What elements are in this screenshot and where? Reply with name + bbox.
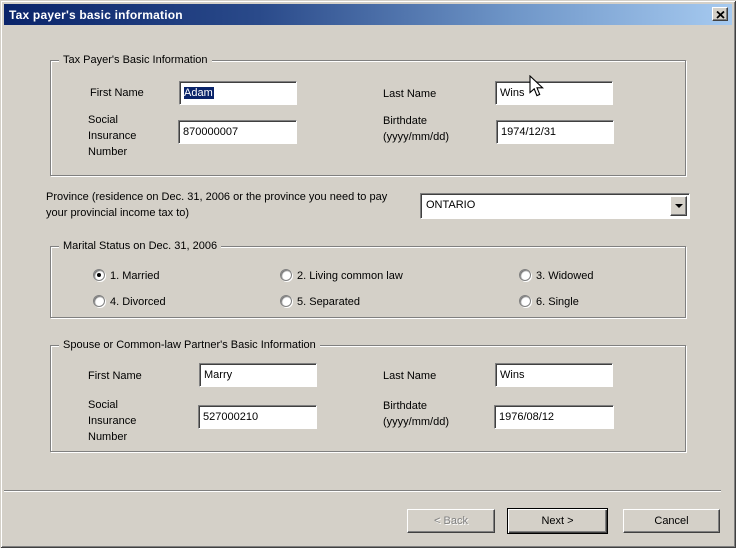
spouse-first-name-value: Marry xyxy=(204,369,232,381)
divider xyxy=(4,490,721,492)
province-dropdown-button[interactable] xyxy=(670,196,687,216)
taxpayer-group-legend: Tax Payer's Basic Information xyxy=(59,53,212,67)
marital-radio-3[interactable] xyxy=(519,269,531,281)
province-dropdown[interactable]: ONTARIO xyxy=(420,193,690,219)
last-name-label: Last Name xyxy=(383,86,436,102)
province-selected-value: ONTARIO xyxy=(426,199,475,211)
province-label: Province (residence on Dec. 31, 2006 or … xyxy=(46,189,398,221)
next-button[interactable]: Next > xyxy=(507,508,608,534)
birthdate-value: 1974/12/31 xyxy=(501,126,556,138)
spouse-last-name-field[interactable]: Wins xyxy=(495,363,613,387)
spouse-last-name-value: Wins xyxy=(500,369,524,381)
spouse-birthdate-field[interactable]: 1976/08/12 xyxy=(494,405,614,429)
close-icon xyxy=(716,7,725,22)
last-name-value: Wins xyxy=(500,87,524,99)
spouse-first-name-label: First Name xyxy=(88,368,142,384)
spouse-sin-field[interactable]: 527000210 xyxy=(198,405,317,429)
marital-option-1-label[interactable]: 1. Married xyxy=(110,268,160,284)
marital-radio-5[interactable] xyxy=(280,295,292,307)
marital-status-legend: Marital Status on Dec. 31, 2006 xyxy=(59,239,221,253)
tax-payer-dialog: Tax payer's basic information Tax Payer'… xyxy=(0,0,736,548)
window-title: Tax payer's basic information xyxy=(9,8,183,22)
spouse-first-name-field[interactable]: Marry xyxy=(199,363,317,387)
spouse-sin-value: 527000210 xyxy=(203,411,258,423)
last-name-field[interactable]: Wins xyxy=(495,81,613,105)
spouse-birthdate-value: 1976/08/12 xyxy=(499,411,554,423)
first-name-field[interactable]: Adam xyxy=(179,81,297,105)
spouse-group-legend: Spouse or Common-law Partner's Basic Inf… xyxy=(59,338,320,352)
birthdate-field[interactable]: 1974/12/31 xyxy=(496,120,614,144)
sin-value: 870000007 xyxy=(183,126,238,138)
marital-radio-1[interactable] xyxy=(93,269,105,281)
back-button: < Back xyxy=(407,509,495,533)
titlebar[interactable]: Tax payer's basic information xyxy=(4,4,732,25)
close-button[interactable] xyxy=(712,7,728,21)
marital-option-3-label[interactable]: 3. Widowed xyxy=(536,268,593,284)
cancel-button[interactable]: Cancel xyxy=(623,509,720,533)
marital-radio-2[interactable] xyxy=(280,269,292,281)
chevron-down-icon xyxy=(675,204,683,208)
marital-option-4-label[interactable]: 4. Divorced xyxy=(110,294,166,310)
marital-option-2-label[interactable]: 2. Living common law xyxy=(297,268,403,284)
marital-radio-6[interactable] xyxy=(519,295,531,307)
birthdate-label: Birthdate (yyyy/mm/dd) xyxy=(383,113,475,145)
sin-field[interactable]: 870000007 xyxy=(178,120,297,144)
first-name-value: Adam xyxy=(184,87,214,99)
spouse-birthdate-label: Birthdate (yyyy/mm/dd) xyxy=(383,398,475,430)
marital-option-6-label[interactable]: 6. Single xyxy=(536,294,579,310)
sin-label: Social Insurance Number xyxy=(88,112,152,160)
first-name-label: First Name xyxy=(90,85,144,101)
spouse-last-name-label: Last Name xyxy=(383,368,436,384)
marital-option-5-label[interactable]: 5. Separated xyxy=(297,294,360,310)
spouse-sin-label: Social Insurance Number xyxy=(88,397,152,445)
marital-radio-4[interactable] xyxy=(93,295,105,307)
